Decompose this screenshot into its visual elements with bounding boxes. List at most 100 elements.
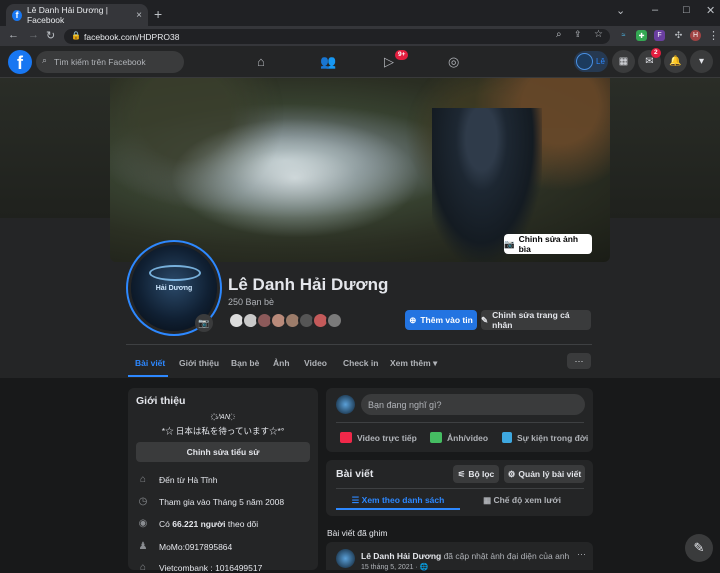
edit-profile-label: Chỉnh sửa trang cá nhân — [492, 310, 570, 330]
filter-icon: ⚟ — [457, 468, 466, 479]
avatar-camera-icon[interactable]: 📷 — [195, 314, 213, 332]
list-icon: ☰ — [351, 495, 362, 505]
photo-video-button[interactable]: Ảnh/video — [430, 432, 488, 443]
friend-avatar[interactable] — [326, 312, 343, 329]
composer-divider — [336, 422, 584, 423]
clock-icon: ◷ — [138, 496, 148, 507]
intro-joined: ◷ Tham gia vào Tháng 5 năm 2008 — [136, 496, 284, 507]
plus-circle-icon: ⊕ — [409, 314, 417, 325]
star-icon[interactable]: ☆ — [594, 29, 603, 40]
profile-name: Lê Danh Hải Dương — [228, 275, 389, 294]
manage-label: Quản lý bài viết — [518, 469, 582, 479]
friends-icon[interactable]: 👥 — [320, 54, 336, 70]
avatar — [576, 53, 593, 70]
facebook-logo-icon[interactable]: f — [8, 50, 32, 74]
intro-bank: ⌂ Vietcombank : 1016499517 — [136, 562, 262, 573]
active-tab-indicator — [128, 375, 168, 377]
momo-text: MoMo:0917895864 — [159, 541, 233, 552]
user-chip-label: Lê — [596, 57, 605, 66]
extension-wave-icon[interactable]: ≈ — [618, 30, 629, 41]
watch-icon[interactable]: ▷ — [384, 54, 394, 70]
live-video-button[interactable]: Video trực tiếp — [340, 432, 417, 443]
list-view-indicator — [336, 508, 460, 510]
list-view-tab[interactable]: ☰ Xem theo danh sách — [336, 495, 460, 506]
tab-photos[interactable]: Ảnh — [273, 358, 290, 368]
more-options-button[interactable]: ··· — [567, 353, 591, 369]
tab-videos[interactable]: Video — [304, 358, 327, 368]
address-toolbar: ← → ↻ 🔒 facebook.com/HDPRO38 ⌕ ⇪ ☆ ≈ ✚ F… — [0, 26, 720, 46]
tab-about[interactable]: Giới thiệu — [179, 358, 219, 368]
facebook-search-input[interactable]: ⌕ Tìm kiếm trên Facebook — [36, 51, 184, 73]
tab-search-icon[interactable]: ⌄ — [616, 4, 625, 17]
bank-icon: ⌂ — [139, 562, 147, 573]
followers-count[interactable]: 66.221 người — [172, 519, 225, 529]
user-profile-chip[interactable]: Lê — [574, 51, 608, 72]
back-arrow-icon[interactable]: ← — [8, 29, 19, 41]
live-video-label: Video trực tiếp — [357, 432, 417, 443]
url-text: facebook.com/HDPRO38 — [84, 31, 180, 42]
account-menu-icon[interactable]: ▾ — [690, 50, 713, 73]
browser-tab-bar: f Lê Danh Hải Dương | Facebook × + ⌄ – □… — [0, 0, 720, 26]
minimize-button[interactable]: – — [652, 4, 658, 16]
groups-icon[interactable]: ◎ — [448, 54, 459, 70]
manage-posts-button[interactable]: ⚙ Quản lý bài viết — [504, 465, 585, 483]
camera-icon: 📷 — [504, 238, 515, 249]
joined-text: Tham gia vào Tháng 5 năm 2008 — [159, 496, 285, 507]
maximize-button[interactable]: □ — [683, 4, 690, 16]
post-author[interactable]: Lê Danh Hải Dương — [361, 551, 441, 561]
url-field[interactable]: 🔒 facebook.com/HDPRO38 — [64, 29, 610, 44]
search-icon: ⌕ — [42, 55, 48, 65]
tab-posts[interactable]: Bài viết — [135, 358, 165, 368]
bio-line-1: ҉҉ 𝆺𝅥𝅯AN ҉ — [214, 414, 232, 421]
filter-button[interactable]: ⚟ Bộ lọc — [453, 465, 499, 483]
edit-cover-button[interactable]: 📷 Chỉnh sửa ảnh bìa — [504, 234, 592, 254]
close-window-button[interactable]: ✕ — [706, 4, 715, 17]
tab-title: Lê Danh Hải Dương | Facebook — [26, 5, 108, 25]
list-view-label: Xem theo danh sách — [361, 495, 445, 505]
edit-cover-label: Chỉnh sửa ảnh bìa — [518, 234, 579, 254]
pencil-icon: ✎ — [481, 314, 489, 325]
pinned-posts-label: Bài viết đã ghim — [327, 528, 388, 538]
extension-plus-icon[interactable]: ✚ — [636, 30, 647, 41]
life-event-button[interactable]: Sự kiện trong đời — [502, 432, 588, 443]
tab-checkins[interactable]: Check in — [343, 358, 378, 368]
menu-grid-icon[interactable]: ▦ — [612, 50, 635, 73]
avatar[interactable] — [336, 549, 355, 568]
edit-profile-button[interactable]: ✎ Chỉnh sửa trang cá nhân — [481, 310, 591, 330]
new-message-fab-icon[interactable]: ✎ — [685, 534, 713, 562]
followers-suffix: theo dõi — [225, 518, 259, 529]
friend-count[interactable]: 250 Bạn bè — [228, 297, 274, 307]
edit-bio-button[interactable]: Chỉnh sửa tiểu sử — [136, 442, 310, 462]
post-header-line: Lê Danh Hải Dương đã cập nhật ảnh đại di… — [361, 551, 571, 561]
add-to-story-button[interactable]: ⊕ Thêm vào tin — [405, 310, 477, 330]
extensions-puzzle-icon[interactable]: ✣ — [673, 30, 684, 41]
browser-menu-icon[interactable]: ⋮ — [708, 29, 719, 42]
intro-hometown: ⌂ Đến từ Hà Tĩnh — [136, 474, 217, 485]
home-icon[interactable]: ⌂ — [257, 54, 265, 69]
intro-title: Giới thiệu — [136, 395, 186, 407]
reload-icon[interactable]: ↻ — [46, 29, 55, 42]
notifications-bell-icon[interactable]: 🔔 — [664, 50, 687, 73]
avatar[interactable] — [336, 395, 355, 414]
avatar-text: Hải Dương — [155, 285, 193, 292]
post-more-button[interactable]: ··· — [577, 549, 586, 559]
intro-followers: ◉ Có 66.221 người theo dõi — [136, 518, 259, 529]
gear-icon: ⚙ — [507, 468, 516, 479]
extension-f-icon[interactable]: F — [654, 30, 665, 41]
hometown-text: Đến từ Hà Tĩnh — [159, 474, 218, 485]
share-icon[interactable]: ⇪ — [574, 29, 582, 40]
tab-close-icon[interactable]: × — [136, 10, 142, 21]
posts-title: Bài viết — [336, 468, 374, 480]
photo-video-label: Ảnh/video — [447, 432, 489, 443]
home-icon: ⌂ — [139, 474, 147, 485]
profile-avatar-icon[interactable]: H — [690, 30, 701, 41]
composer-input[interactable]: Bạn đang nghĩ gì? — [361, 394, 585, 415]
new-tab-button[interactable]: + — [154, 6, 162, 22]
forward-arrow-icon[interactable]: → — [28, 29, 39, 41]
tab-friends[interactable]: Bạn bè — [231, 358, 259, 368]
tab-more[interactable]: Xem thêm ▾ — [390, 358, 437, 369]
search-icon[interactable]: ⌕ — [556, 29, 562, 40]
grid-view-tab[interactable]: ▦ Chế độ xem lưới — [460, 495, 584, 506]
browser-tab[interactable]: f Lê Danh Hải Dương | Facebook × — [6, 4, 148, 26]
search-placeholder: Tìm kiếm trên Facebook — [54, 57, 146, 67]
